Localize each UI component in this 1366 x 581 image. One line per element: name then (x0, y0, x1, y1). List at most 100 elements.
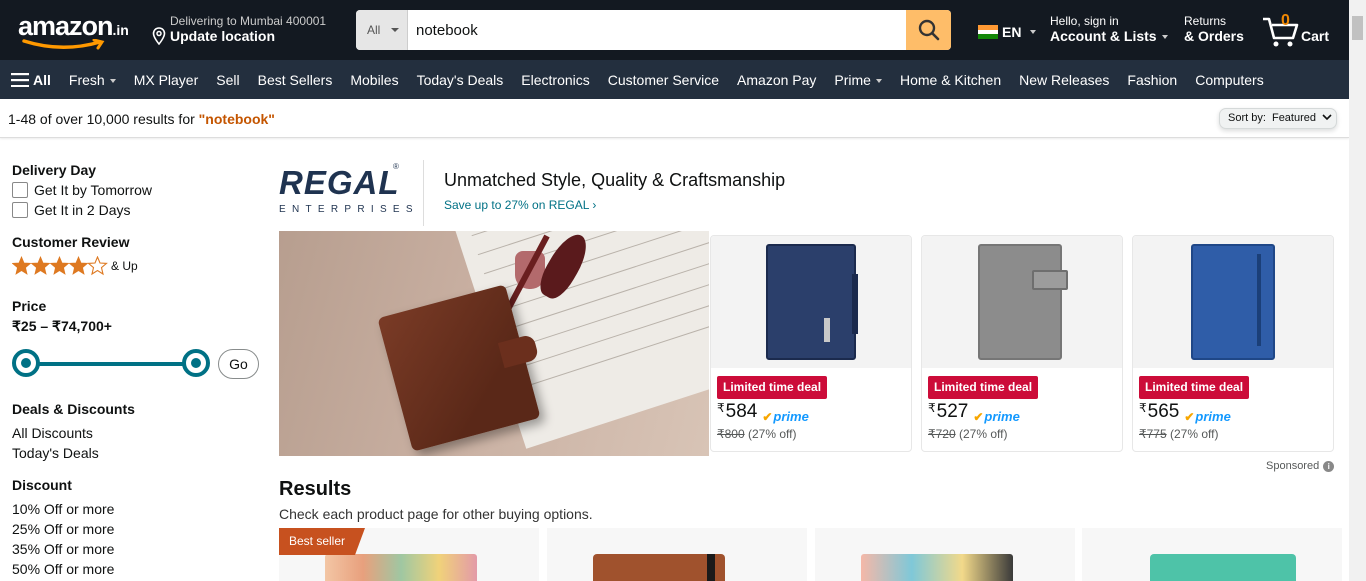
product-image[interactable] (1133, 236, 1333, 368)
nav-item-sell[interactable]: Sell (216, 72, 239, 88)
all-menu-button[interactable]: All (11, 72, 51, 88)
returns-label: Returns (1184, 14, 1227, 28)
limited-deal-badge: Limited time deal (717, 376, 828, 399)
delivery-line: Delivering to Mumbai 400001 (170, 14, 327, 28)
check-icon: ✔ (1184, 410, 1195, 424)
regal-logo-subtext: ENTERPRISES (279, 204, 419, 215)
slider-max-handle[interactable] (182, 349, 210, 377)
link-all-discounts[interactable]: All Discounts (12, 423, 262, 443)
logo-suffix: .in (112, 22, 129, 38)
cart-button[interactable]: 0 Cart (1262, 12, 1334, 48)
checkbox-label: Get It by Tomorrow (34, 182, 153, 198)
nav-item-fashion[interactable]: Fashion (1127, 72, 1177, 88)
product-tile[interactable]: Best seller (279, 528, 539, 581)
nav-item-amazon-pay[interactable]: Amazon Pay (737, 72, 816, 88)
results-heading: Results (279, 478, 352, 500)
nav-item-best-sellers[interactable]: Best Sellers (258, 72, 333, 88)
filter-get-it-tomorrow[interactable]: Get It by Tomorrow (12, 180, 262, 200)
sort-dropdown[interactable]: Sort by: Featured (1219, 108, 1337, 129)
nav-item-fresh[interactable]: Fresh (69, 72, 116, 88)
search-category-dropdown[interactable]: All (356, 10, 408, 50)
product-image[interactable] (711, 236, 911, 368)
brand-link[interactable]: Save up to 27% on REGAL › (444, 198, 596, 212)
checkbox[interactable] (12, 182, 28, 198)
link-discount-25[interactable]: 25% Off or more (12, 519, 262, 539)
smile-icon (22, 39, 105, 50)
nav-label: Fresh (68, 71, 105, 88)
product-image[interactable] (593, 554, 725, 581)
sponsored-product-card[interactable]: Limited time deal ₹565 ✔ prime ₹775 (27% o… (1132, 235, 1334, 452)
cart-count: 0 (1281, 12, 1290, 29)
search-bar: All (356, 10, 951, 50)
amazon-logo[interactable]: amazon.in (18, 12, 134, 52)
chevron-down-icon (391, 28, 399, 32)
notebook-image (766, 244, 858, 360)
prime-badge: ✔ prime (1184, 405, 1230, 429)
location-pin-icon (152, 27, 166, 45)
nav-item-home-kitchen[interactable]: Home & Kitchen (900, 72, 1001, 88)
returns-orders[interactable]: Returns & Orders (1184, 14, 1244, 45)
search-input[interactable] (408, 10, 906, 50)
search-query: "notebook" (198, 111, 275, 127)
language-selector[interactable]: EN (978, 24, 1037, 40)
logo-text: amazon (18, 11, 114, 41)
nav-item-electronics[interactable]: Electronics (521, 72, 589, 88)
slider-min-handle[interactable] (12, 349, 40, 377)
page: amazon.in Delivering to Mumbai 400001 Up… (0, 0, 1366, 581)
search-icon (918, 19, 939, 41)
nav-item-customer-service[interactable]: Customer Service (608, 72, 719, 88)
nav-item-prime[interactable]: Prime (834, 72, 882, 88)
sign-in-greeting: Hello, sign in (1050, 14, 1119, 28)
nav-item-mobiles[interactable]: Mobiles (350, 72, 398, 88)
sponsored-label[interactable]: Sponsored i (1266, 460, 1335, 472)
sponsored-product-card[interactable]: Limited time deal ₹527 ✔ prime ₹720 (27% o… (921, 235, 1123, 452)
regal-logo[interactable]: REGAL ENTERPRISES ® (279, 162, 419, 222)
limited-deal-badge: Limited time deal (1139, 376, 1250, 399)
product-image[interactable] (325, 554, 477, 581)
vertical-scrollbar[interactable] (1349, 0, 1366, 581)
nav-item-mx-player[interactable]: MX Player (134, 72, 199, 88)
product-image[interactable] (922, 236, 1122, 368)
star-rating-icon (12, 256, 108, 276)
info-icon[interactable]: i (1323, 460, 1335, 472)
checkbox[interactable] (12, 202, 28, 218)
brand-hero-image[interactable] (279, 231, 709, 456)
delivery-day-heading: Delivery Day (12, 162, 97, 178)
sort-value: Featured (1271, 112, 1316, 124)
link-todays-deals[interactable]: Today's Deals (12, 443, 262, 463)
customer-review-heading: Customer Review (12, 234, 130, 250)
product-tile[interactable] (815, 528, 1075, 581)
sponsored-product-card[interactable]: Limited time deal ₹584 ✔ prime ₹800 (27% o… (710, 235, 912, 452)
link-discount-10[interactable]: 10% Off or more (12, 499, 262, 519)
price-go-button[interactable]: Go (218, 349, 259, 379)
product-price: ₹565 ✔ prime (1139, 400, 1231, 429)
india-flag-icon (978, 25, 998, 39)
nav-item-todays-deals[interactable]: Today's Deals (417, 72, 504, 88)
product-tile[interactable] (547, 528, 807, 581)
search-button[interactable] (906, 10, 951, 50)
filter-get-it-2-days[interactable]: Get It in 2 Days (12, 200, 262, 220)
sponsored-brand-header[interactable]: REGAL ENTERPRISES ® Unmatched Style, Qua… (279, 160, 1334, 226)
all-label: All (33, 71, 51, 88)
product-tile[interactable] (1082, 528, 1342, 581)
brand-headline[interactable]: Unmatched Style, Quality & Craftsmanship (444, 170, 785, 191)
list-price: ₹775 (27% off) (1139, 427, 1219, 441)
review-filter-4-up[interactable]: & Up (12, 256, 262, 276)
link-discount-50[interactable]: 50% Off or more (12, 559, 262, 579)
delivery-location[interactable]: Delivering to Mumbai 400001 Update locat… (150, 14, 326, 45)
results-subheading: Check each product page for other buying… (279, 506, 593, 522)
language-label: EN (1002, 24, 1022, 40)
update-location-label: Update location (170, 28, 276, 44)
review-suffix: & Up (111, 259, 138, 273)
link-discount-35[interactable]: 35% Off or more (12, 539, 262, 559)
nav-item-computers[interactable]: Computers (1195, 72, 1263, 88)
scrollbar-thumb[interactable] (1352, 16, 1363, 40)
nav-item-new-releases[interactable]: New Releases (1019, 72, 1109, 88)
account-menu[interactable]: Hello, sign in Account & Lists (1050, 14, 1168, 45)
chevron-down-icon (1161, 35, 1168, 40)
sort-label: Sort by: (1228, 112, 1266, 124)
product-image[interactable] (1150, 554, 1296, 581)
product-image[interactable] (861, 554, 1013, 581)
checkbox-label: Get It in 2 Days (34, 202, 131, 218)
orders-label: & Orders (1184, 28, 1244, 44)
